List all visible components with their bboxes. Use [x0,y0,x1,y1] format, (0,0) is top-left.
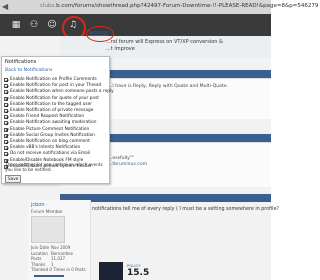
post-reply-text: notifications tell me of every reply ( I… [92,207,279,212]
option-label: Enable Notification for quote of your po… [10,95,99,101]
notifications-dropdown: Notifications Back to Notifications Enab… [1,56,114,184]
notification-option-row[interactable]: Enable Notification for quote of your po… [4,96,108,102]
notification-option-row[interactable]: Enable Notification awaiting moderation [4,120,108,126]
save-button[interactable]: Save [5,175,22,183]
thread-line-1: ...nd forum will Express on VT/XP conver… [106,39,223,45]
url-text[interactable]: clubs.b.com/forums/showthread.php?42497-… [40,3,318,9]
ad-number: 15.5 [127,268,150,278]
post-text: ...essfully™ [108,156,135,161]
thread-line-2: ...t improve [106,45,135,52]
option-label: Enable Notification awaiting moderation [10,120,97,126]
forum-toolbar: ▦ ⚇ ☺ ♫ [0,14,271,40]
avatar[interactable] [31,216,65,243]
option-label: Enable Notification when someone posts a… [10,89,114,95]
notification-options-list: Enable Notification on Profile Comments E… [4,77,114,170]
back-arrow-icon[interactable]: ◀ [2,2,12,12]
url-main: b.com/forums/showthread.php?42497-Forum-… [56,3,319,9]
community-icon[interactable]: ⚇ [28,18,40,32]
option-checkbox[interactable] [4,90,8,95]
user-rank: Forum Member [31,209,63,214]
option-checkbox[interactable] [4,96,8,101]
option-checkbox[interactable] [4,127,8,132]
option-label: Enable Notification to the tagged user [10,101,93,107]
notification-option-row[interactable]: Enable Social Group Invites Notification [4,133,108,139]
option-checkbox[interactable] [4,84,8,89]
option-checkbox[interactable] [4,102,8,107]
notification-option-row[interactable]: Enable Notification when someone posts a… [4,89,114,95]
ad-image[interactable] [99,262,123,280]
option-checkbox[interactable] [4,152,8,157]
option-checkbox[interactable] [4,133,8,138]
option-checkbox[interactable] [4,115,8,120]
option-checkbox[interactable] [4,146,8,151]
user-info-panel: jcbon · Forum Member Join Date Nov 2009 Lo… [28,200,91,280]
option-checkbox[interactable] [4,121,8,126]
post-text: ...I have is Reply, Reply with Quote and… [108,84,229,89]
user-stat-key: Thanked 0 Times in 0 Posts [31,267,86,272]
url-prefix: clubs. [40,3,57,9]
address-bar[interactable]: ◀ clubs.b.com/forums/showthread.php?4249… [0,0,318,15]
settings-note: These settings let you control on which … [5,162,103,172]
post-link[interactable]: ...tbruminus.com [108,162,147,167]
option-checkbox[interactable] [4,109,8,114]
grid-menu-icon[interactable]: ▦ [10,18,22,32]
scroll-progress [34,275,64,277]
option-label: Do not receive notifications via Email [10,151,91,157]
username-link[interactable]: jcbon · [31,202,48,208]
option-checkbox[interactable] [4,78,8,83]
post-divider [60,194,271,202]
option-label: Enable Social Group Invites Notification [10,132,95,138]
user-stat-row: Thanked 0 Times in 0 Posts [31,267,86,273]
highlight-circle [86,26,114,42]
back-to-notifications-link[interactable]: Back to Notifications [5,68,52,73]
option-checkbox[interactable] [4,139,8,144]
dropdown-title: Notifications [5,59,37,65]
user-stats: Join Date Nov 2009 Location Bernardine Posts… [31,245,86,273]
option-label: Enable Picture Comment Notification [10,126,90,132]
thread-snippet: ...nd forum will Express on VT/XP conver… [106,39,223,52]
people-icon[interactable]: ☺ [47,18,57,32]
